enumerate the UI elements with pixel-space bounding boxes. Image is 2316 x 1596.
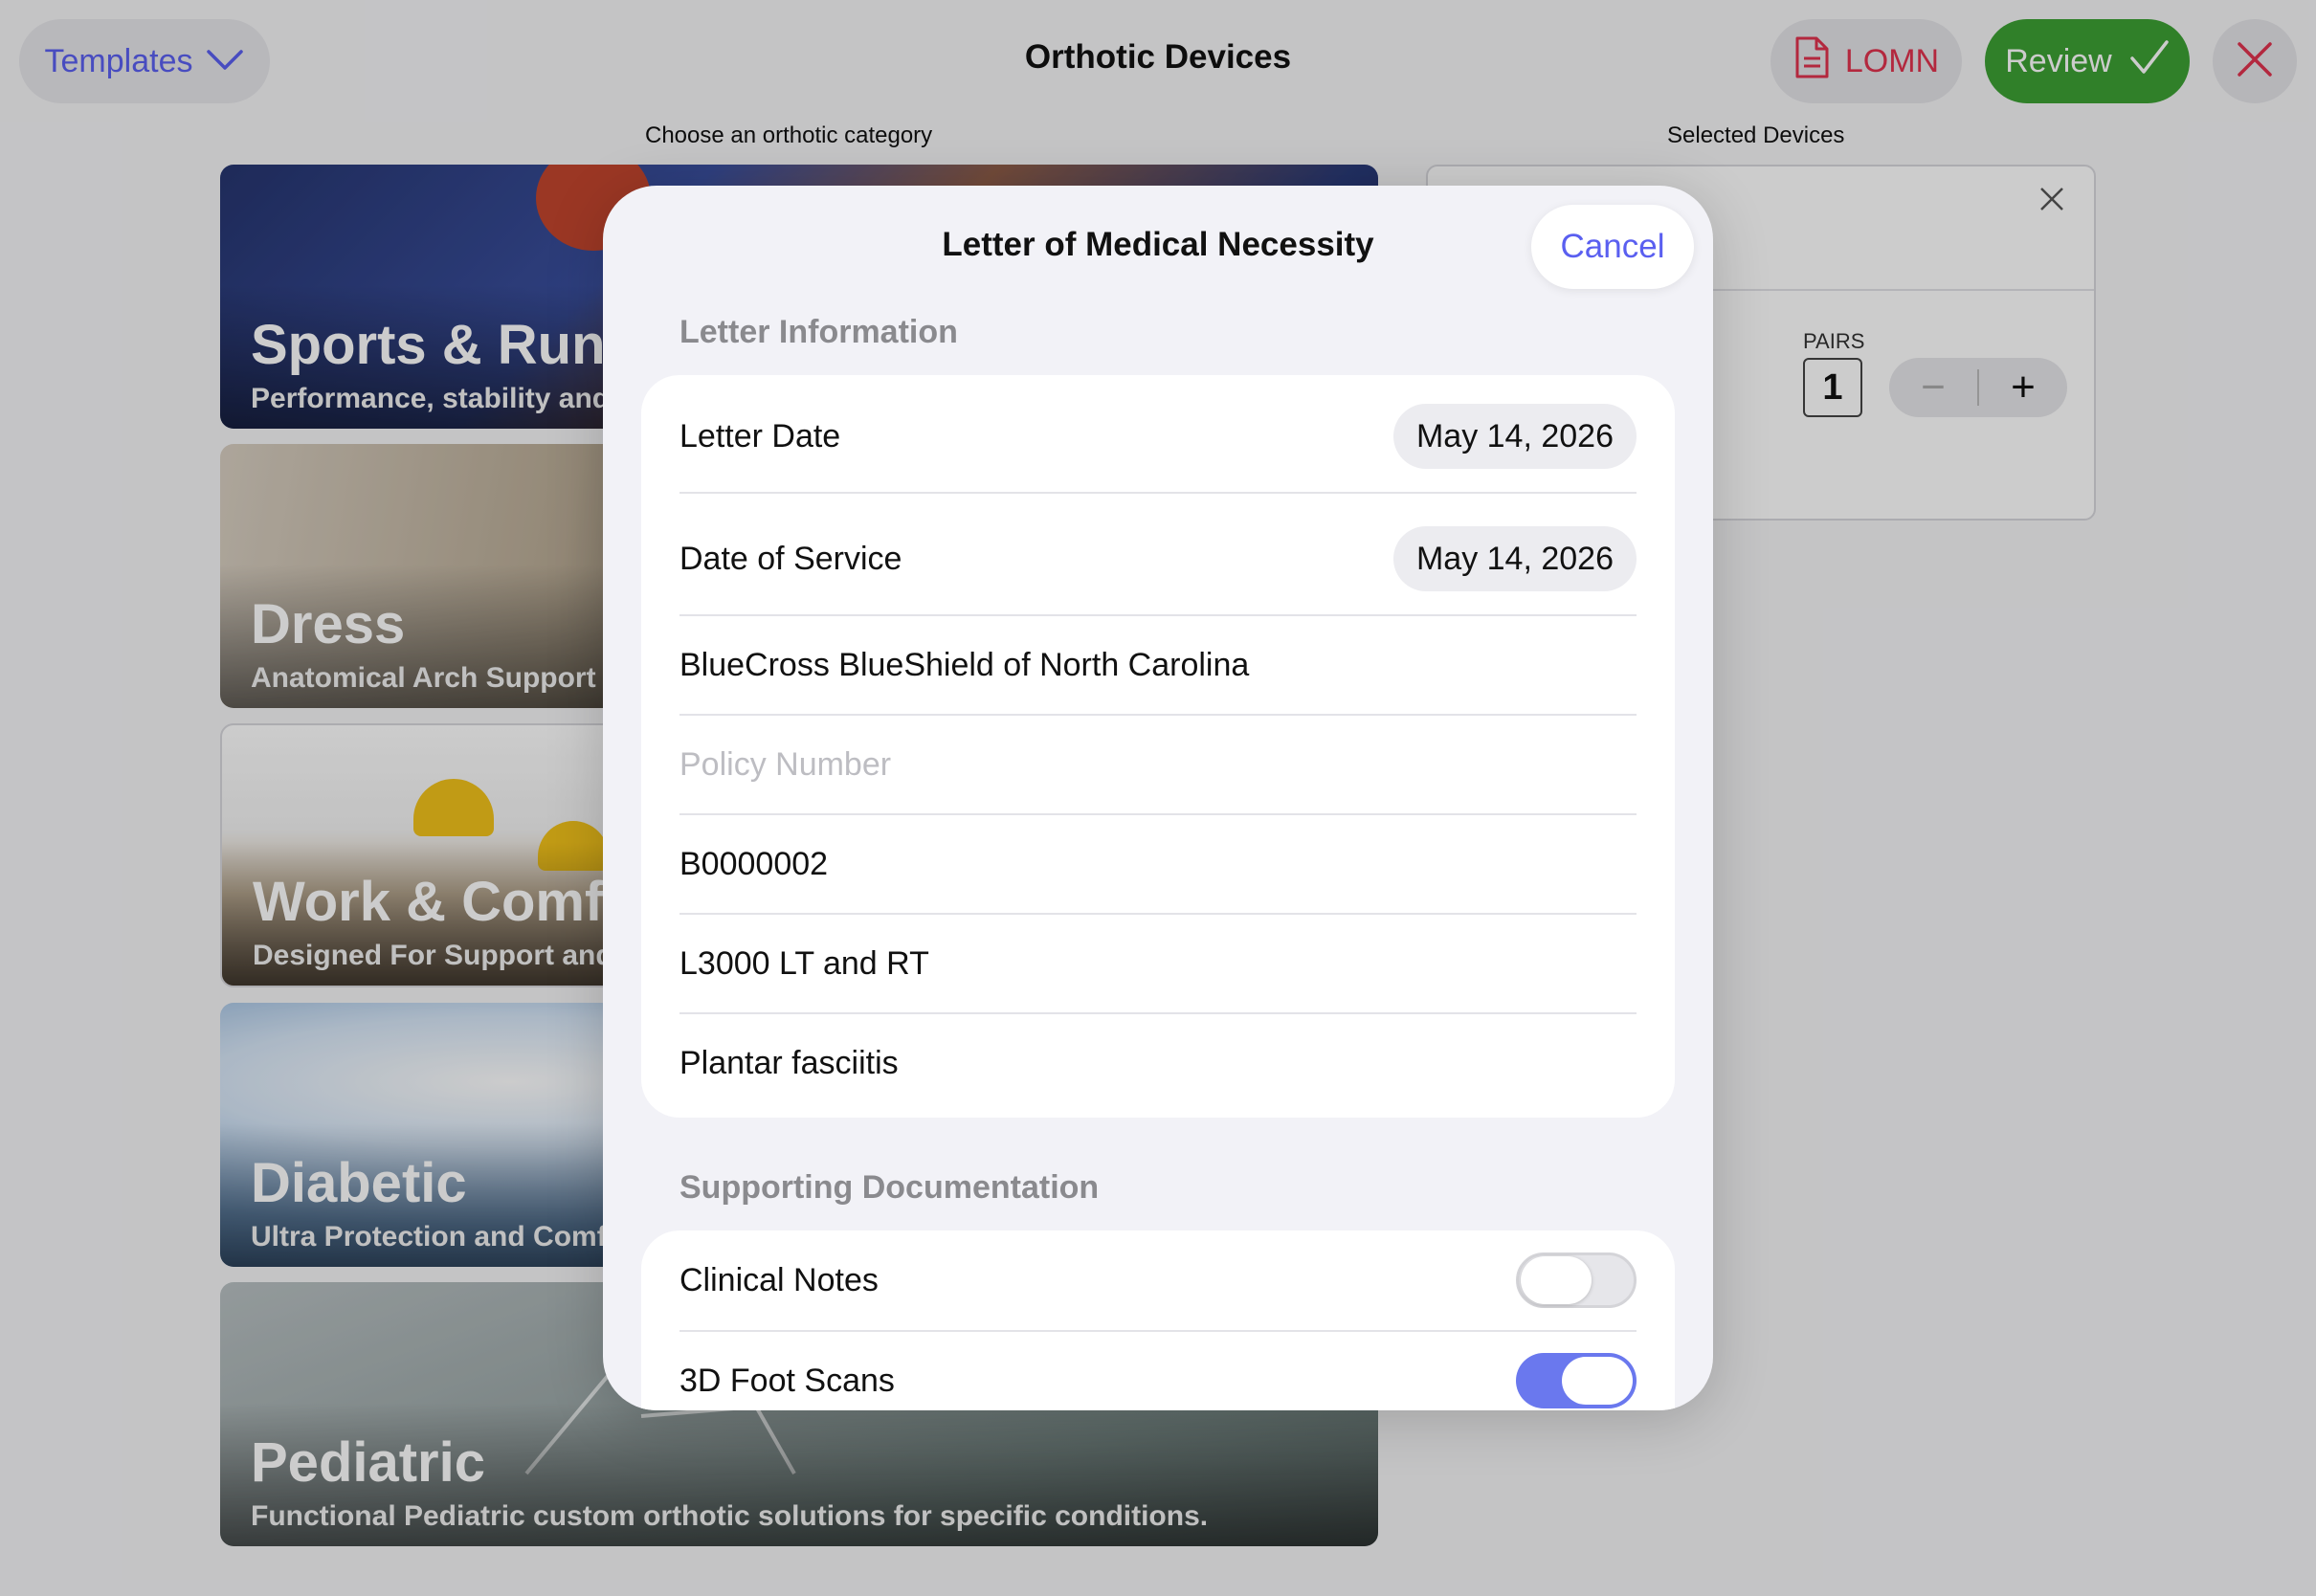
service-date-picker[interactable]: May 14, 2026 bbox=[1392, 526, 1637, 591]
support-docs-group: Clinical Notes 3D Foot Scans bbox=[641, 1230, 1675, 1410]
service-date-row: Date of Service May 14, 2026 bbox=[679, 526, 1637, 591]
clinical-notes-label: Clinical Notes bbox=[679, 1261, 879, 1298]
clinical-notes-row: Clinical Notes bbox=[679, 1230, 1637, 1330]
insurer-field[interactable]: BlueCross BlueShield of North Carolina bbox=[679, 616, 1637, 714]
policy-number-field[interactable]: Policy Number bbox=[679, 716, 1637, 813]
member-id-field[interactable]: B0000002 bbox=[679, 815, 1637, 913]
row-divider bbox=[679, 492, 1637, 494]
foot-scans-row: 3D Foot Scans bbox=[679, 1332, 1637, 1410]
cancel-button[interactable]: Cancel bbox=[1531, 205, 1694, 289]
toggle-knob bbox=[1562, 1357, 1633, 1405]
letter-date-row: Letter Date May 14, 2026 bbox=[679, 404, 1637, 469]
service-date-label: Date of Service bbox=[679, 540, 902, 577]
letter-info-heading: Letter Information bbox=[679, 314, 958, 350]
device-code-value: L3000 LT and RT bbox=[679, 944, 929, 982]
letter-date-label: Letter Date bbox=[679, 417, 841, 454]
diagnosis-value: Plantar fasciitis bbox=[679, 1044, 899, 1081]
insurer-value: BlueCross BlueShield of North Carolina bbox=[679, 646, 1250, 683]
member-id-value: B0000002 bbox=[679, 845, 829, 882]
letter-date-picker[interactable]: May 14, 2026 bbox=[1392, 404, 1637, 469]
diagnosis-field[interactable]: Plantar fasciitis bbox=[679, 1014, 1637, 1112]
foot-scans-label: 3D Foot Scans bbox=[679, 1362, 895, 1399]
clinical-notes-toggle[interactable] bbox=[1516, 1252, 1637, 1308]
toggle-knob bbox=[1521, 1256, 1592, 1304]
support-docs-heading: Supporting Documentation bbox=[679, 1169, 1100, 1206]
foot-scans-toggle[interactable] bbox=[1516, 1353, 1637, 1408]
letter-info-group: Letter Date May 14, 2026 Date of Service… bbox=[641, 375, 1675, 1118]
policy-number-placeholder: Policy Number bbox=[679, 745, 892, 783]
device-code-field[interactable]: L3000 LT and RT bbox=[679, 915, 1637, 1012]
lomn-modal: Letter of Medical Necessity Cancel Lette… bbox=[603, 186, 1713, 1410]
